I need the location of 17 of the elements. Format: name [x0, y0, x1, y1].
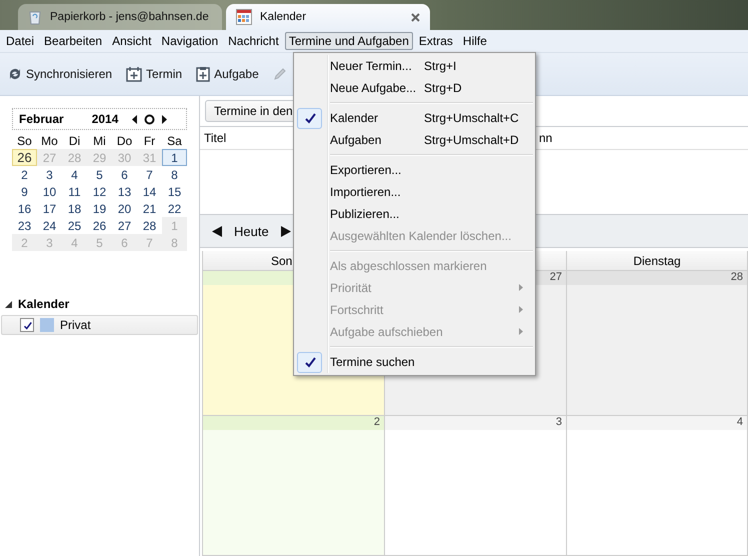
- day-number: 27: [550, 271, 562, 283]
- month-label: Februar: [19, 112, 64, 126]
- calendar-name: Privat: [60, 318, 91, 332]
- weekday-label: Mo: [40, 132, 59, 149]
- column-header: Dienstag: [567, 251, 748, 271]
- weekday-label: Mi: [92, 132, 107, 149]
- year-label: 2014: [92, 112, 118, 126]
- day-number: 2: [374, 416, 380, 428]
- day-number: 4: [736, 416, 743, 428]
- day-number: 28: [730, 271, 743, 283]
- day-number: 3: [556, 416, 562, 428]
- weekday-label: Fr: [142, 132, 156, 149]
- weekday-label: So: [16, 132, 33, 149]
- weekday-label: Sa: [166, 132, 183, 149]
- weekday-label: Do: [116, 132, 134, 149]
- weekday-label: Di: [68, 132, 82, 149]
- section-title: Kalender: [18, 297, 70, 311]
